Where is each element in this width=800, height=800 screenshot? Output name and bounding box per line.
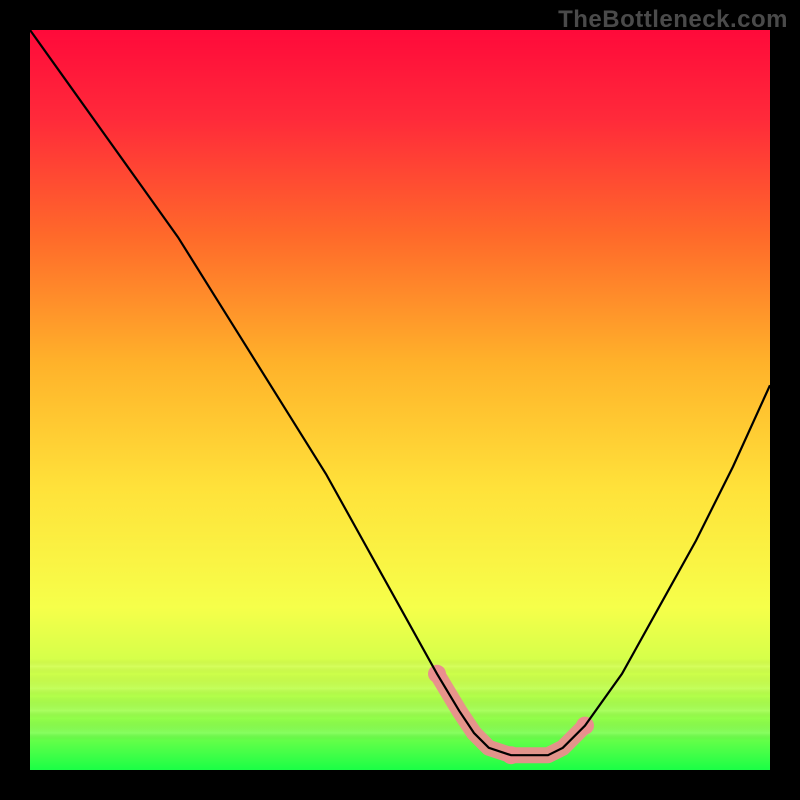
gradient-banding: [30, 30, 770, 770]
plot-area: [30, 30, 770, 770]
chart-container: TheBottleneck.com: [0, 0, 800, 800]
watermark-label: TheBottleneck.com: [558, 6, 788, 34]
chart-svg: [30, 30, 770, 770]
